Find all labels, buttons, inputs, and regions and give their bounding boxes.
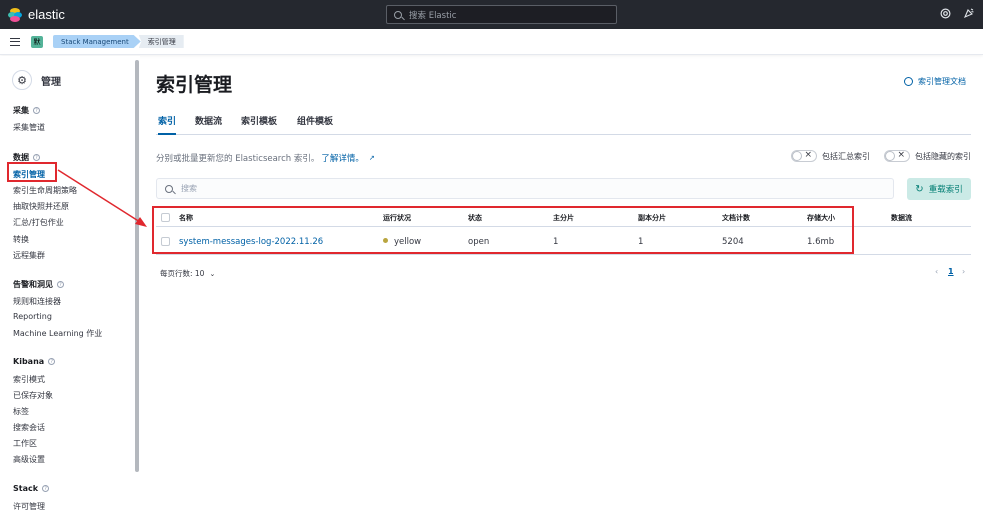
tab-index-templates[interactable]: 索引模板 <box>241 114 277 135</box>
switch[interactable]: × <box>884 150 910 162</box>
info-icon: ? <box>42 485 50 492</box>
index-search-placeholder: 搜索 <box>181 184 197 193</box>
sidebar-item-spaces[interactable]: 工作区 <box>13 438 37 449</box>
reload-indices-button[interactable]: ↻ 重载索引 <box>907 178 971 200</box>
sidebar-item-snapshot-restore[interactable]: 抽取快照并还原 <box>13 201 69 212</box>
annotation-box-table <box>152 206 854 254</box>
sidebar-title: 管理 <box>41 76 61 88</box>
sidebar-group-ingest: 采集? <box>13 105 40 116</box>
pagination-prev-button[interactable]: ‹ <box>935 267 938 276</box>
pagination-next-button[interactable]: › <box>962 267 965 276</box>
info-icon: ? <box>48 358 56 365</box>
rows-per-page-select[interactable]: 每页行数: 10 ⌄ <box>160 268 215 279</box>
toggle-include-rollup[interactable]: × 包括汇总索引 <box>791 150 870 162</box>
close-icon: × <box>897 150 905 160</box>
description-text: 分别或批量更新您的 Elasticsearch 索引。 <box>156 154 320 164</box>
sidebar-scrollbar[interactable] <box>135 60 139 472</box>
docs-link[interactable]: 索引管理文档 <box>904 76 966 87</box>
column-header-data-stream[interactable]: 数据流 <box>891 213 912 223</box>
elastic-logo-icon <box>8 7 22 22</box>
toggle-label: 包括汇总索引 <box>822 151 870 161</box>
sidebar-group-kibana: Kibana? <box>13 357 56 366</box>
logo-text: elastic <box>28 7 65 22</box>
page-description: 分别或批量更新您的 Elasticsearch 索引。 了解详情。 ↗ <box>156 152 375 164</box>
toggle-include-hidden[interactable]: × 包括隐藏的索引 <box>884 150 971 162</box>
breadcrumb-stack-management[interactable]: Stack Management <box>53 35 141 48</box>
pagination-page-1[interactable]: 1 <box>948 267 954 276</box>
sidebar-item-rules-connectors[interactable]: 规则和连接器 <box>13 296 61 307</box>
sidebar-item-remote-clusters[interactable]: 远程集群 <box>13 250 45 261</box>
tab-indices[interactable]: 索引 <box>158 114 177 135</box>
gear-icon: ⚙ <box>12 70 32 90</box>
rows-per-page-label: 每页行数: 10 <box>160 269 205 278</box>
sidebar-item-rollup-jobs[interactable]: 汇总/打包作业 <box>13 217 64 228</box>
sidebar-group-alerts-insights: 告警和洞见? <box>13 279 64 290</box>
sidebar-item-license-management[interactable]: 许可管理 <box>13 501 45 511</box>
sidebar-group-stack: Stack? <box>13 484 50 493</box>
sidebar-item-search-sessions[interactable]: 搜索会话 <box>13 422 45 433</box>
breadcrumb-bar: 默 Stack Management 索引管理 <box>0 29 983 55</box>
elastic-logo[interactable]: elastic <box>8 7 65 22</box>
info-icon: ? <box>57 281 64 288</box>
index-search-input[interactable]: 搜索 <box>156 178 894 199</box>
reload-button-label: 重载索引 <box>928 185 963 195</box>
sidebar-item-index-patterns[interactable]: 索引模式 <box>13 374 45 385</box>
sidebar-item-tags[interactable]: 标签 <box>13 406 29 417</box>
search-icon <box>165 184 173 193</box>
help-icon[interactable] <box>940 8 951 22</box>
switch[interactable]: × <box>791 150 817 162</box>
chevron-down-icon: ⌄ <box>209 269 216 278</box>
lifebuoy-icon <box>904 77 913 86</box>
top-header: elastic 搜索 Elastic <box>0 0 983 29</box>
space-avatar[interactable]: 默 <box>31 35 43 48</box>
toggle-label: 包括隐藏的索引 <box>915 151 971 161</box>
sidebar-header: ⚙ 管理 <box>12 70 61 90</box>
global-search-placeholder: 搜索 Elastic <box>409 10 457 21</box>
breadcrumb-index-management: 索引管理 <box>138 35 184 48</box>
page-title: 索引管理 <box>156 74 233 96</box>
sidebar-item-ml-jobs[interactable]: Machine Learning 作业 <box>13 328 102 339</box>
menu-icon[interactable] <box>10 37 20 46</box>
info-icon: ? <box>33 154 40 161</box>
global-search-input[interactable]: 搜索 Elastic <box>386 5 617 24</box>
sidebar-item-ingest-pipelines[interactable]: 采集管道 <box>13 122 45 133</box>
close-icon: × <box>804 150 812 160</box>
sidebar: ⚙ 管理 采集? 采集管道 数据? 索引管理 索引生命周期策略 抽取快照并还原 … <box>0 56 140 511</box>
sidebar-item-transforms[interactable]: 转换 <box>13 234 29 245</box>
sidebar-item-reporting[interactable]: Reporting <box>13 312 52 321</box>
tab-component-templates[interactable]: 组件模板 <box>297 114 333 135</box>
external-link-icon: ↗ <box>368 154 375 162</box>
refresh-icon: ↻ <box>915 183 924 195</box>
docs-link-label: 索引管理文档 <box>918 77 966 86</box>
search-icon <box>394 10 402 19</box>
info-icon: ? <box>33 107 40 114</box>
sidebar-item-ilm-policies[interactable]: 索引生命周期策略 <box>13 185 77 196</box>
sidebar-item-advanced-settings[interactable]: 高级设置 <box>13 454 45 465</box>
learn-more-link[interactable]: 了解详情。 <box>321 152 364 164</box>
annotation-arrow <box>57 169 147 227</box>
tab-data-streams[interactable]: 数据流 <box>195 114 222 135</box>
tab-bar: 索引 数据流 索引模板 组件模板 <box>156 114 971 135</box>
newsfeed-icon[interactable] <box>963 8 974 22</box>
sidebar-item-saved-objects[interactable]: 已保存对象 <box>13 390 53 401</box>
annotation-box-sidebar <box>7 162 57 182</box>
